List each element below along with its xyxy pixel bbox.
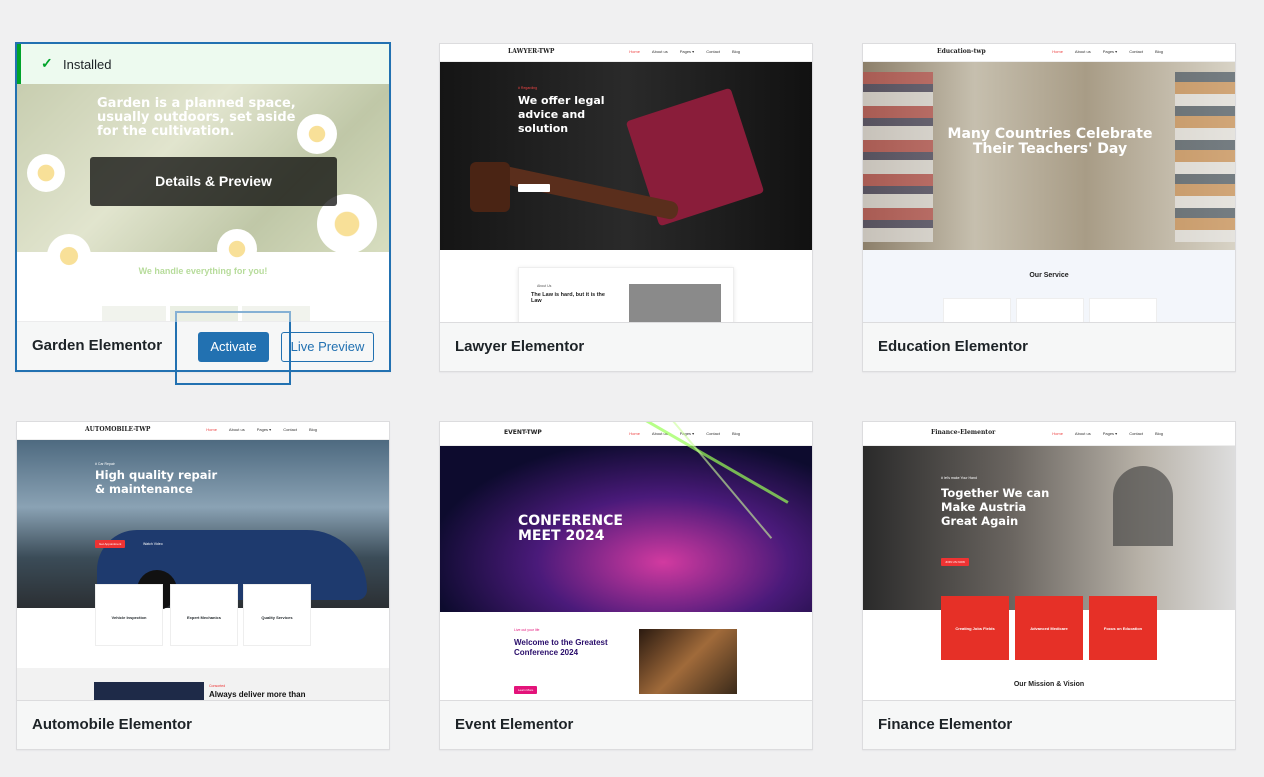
education-service-title: Our Service xyxy=(1029,272,1069,279)
theme-screenshot[interactable]: EVENT-TWP Home About us Pages ▾ Contact Blog… xyxy=(440,422,812,700)
lawyer-hero-text: We offer legal advice and solution xyxy=(518,94,605,135)
installed-label: Installed xyxy=(63,57,112,72)
site-nav: Home About us Pages ▾ Contact Blog xyxy=(206,427,317,432)
theme-name: Finance Elementor xyxy=(878,716,1013,733)
site-logo: Education-twp xyxy=(937,48,986,55)
theme-card-garden[interactable]: Garden is a planned space, usually outdo… xyxy=(15,42,391,372)
site-nav: Home About us Pages ▾ Contact Blog xyxy=(629,49,740,54)
theme-footer: Education Elementor xyxy=(863,322,1235,371)
site-nav: Home About us Pages ▾ Contact Blog xyxy=(1052,49,1163,54)
site-logo: LAWYER-TWP xyxy=(508,48,555,55)
theme-card-event[interactable]: EVENT-TWP Home About us Pages ▾ Contact Blog… xyxy=(439,421,813,750)
theme-card-finance[interactable]: Finance-Elementor Home About us Pages ▾ Con… xyxy=(862,421,1236,750)
theme-name: Event Elementor xyxy=(455,716,574,733)
site-nav: Home About us Pages ▾ Contact Blog xyxy=(1052,431,1163,436)
automobile-bottom-title: Always deliver more than xyxy=(209,690,306,699)
theme-footer: Event Elementor xyxy=(440,700,812,749)
theme-screenshot[interactable]: AUTOMOBILE-TWP Home About us Pages ▾ Contac… xyxy=(17,422,389,700)
theme-name: Education Elementor xyxy=(878,338,1029,355)
installed-notice: ✓ Installed xyxy=(17,44,389,84)
details-preview-button[interactable]: Details & Preview xyxy=(90,157,337,206)
site-logo: AUTOMOBILE-TWP xyxy=(85,426,151,433)
theme-card-education[interactable]: Education-twp Home About us Pages ▾ Contact… xyxy=(862,43,1236,372)
theme-card-lawyer[interactable]: LAWYER-TWP Home About us Pages ▾ Contact Blo… xyxy=(439,43,813,372)
automobile-hero-text: High quality repair & maintenance xyxy=(95,468,218,496)
theme-name: Automobile Elementor xyxy=(32,716,193,733)
finance-hero-text: Together We can Make Austria Great Again xyxy=(941,486,1050,528)
event-hero-text: CONFERENCE MEET 2024 xyxy=(518,513,623,544)
theme-name: Garden Elementor xyxy=(32,337,163,354)
theme-screenshot[interactable]: Education-twp Home About us Pages ▾ Contact… xyxy=(863,44,1235,322)
theme-footer: Automobile Elementor xyxy=(17,700,389,749)
theme-card-automobile[interactable]: AUTOMOBILE-TWP Home About us Pages ▾ Contac… xyxy=(16,421,390,750)
theme-name: Lawyer Elementor xyxy=(455,338,585,355)
theme-footer: Lawyer Elementor xyxy=(440,322,812,371)
live-preview-button[interactable]: Live Preview xyxy=(281,332,374,362)
lawyer-card-title: The Law is hard, but it is the Law xyxy=(531,292,605,304)
site-logo: Finance-Elementor xyxy=(931,429,996,436)
site-logo: EVENT-TWP xyxy=(504,429,542,436)
finance-mission-title: Our Mission & Vision xyxy=(1013,681,1085,688)
theme-screenshot[interactable]: LAWYER-TWP Home About us Pages ▾ Contact Blo… xyxy=(440,44,812,322)
activate-button[interactable]: Activate xyxy=(198,332,269,362)
event-welcome-title: Welcome to the Greatest Conference 2024 xyxy=(514,638,608,657)
theme-footer: Finance Elementor xyxy=(863,700,1235,749)
check-icon: ✓ xyxy=(41,55,53,71)
theme-screenshot[interactable]: Finance-Elementor Home About us Pages ▾ Con… xyxy=(863,422,1235,700)
education-hero-text: Many Countries Celebrate Their Teachers'… xyxy=(947,126,1153,157)
